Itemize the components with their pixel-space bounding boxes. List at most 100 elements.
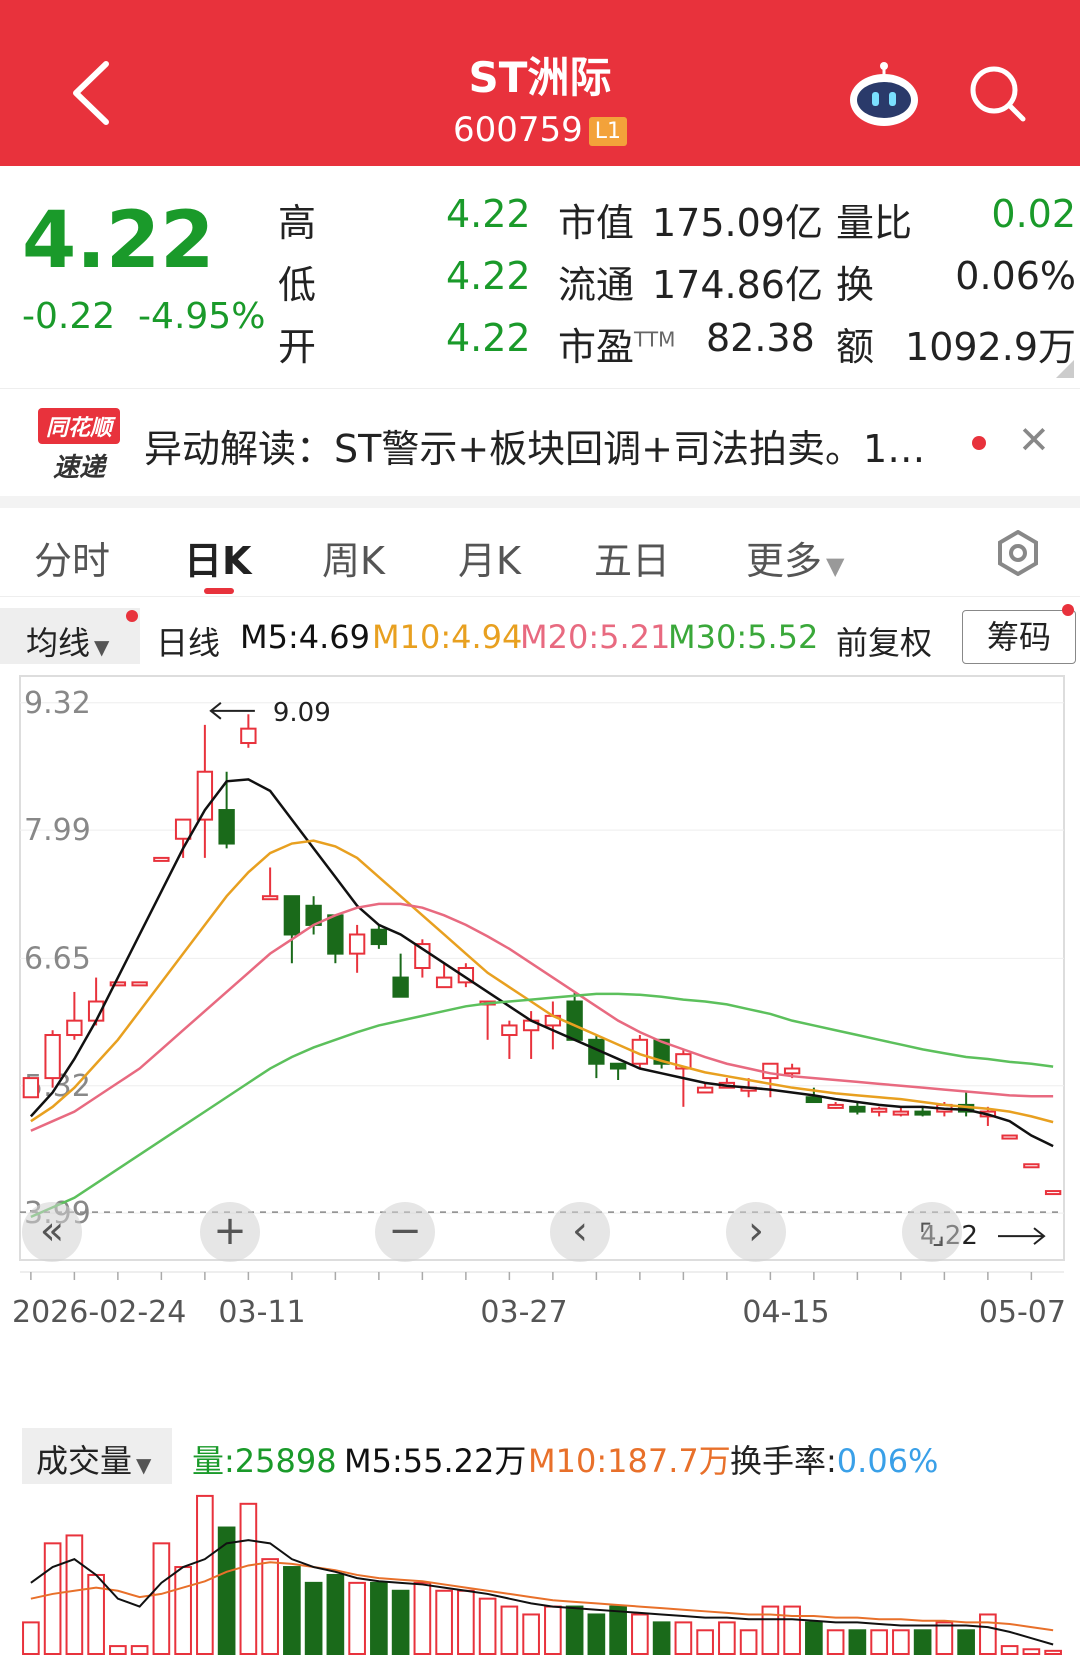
- x-tick-label: 04-15: [742, 1295, 829, 1330]
- tab-more[interactable]: 更多 ▼: [746, 530, 844, 585]
- svg-text:⌜⌟: ⌜⌟: [919, 1218, 945, 1251]
- volume-bar: [391, 1589, 410, 1655]
- candle-body: [849, 1105, 866, 1113]
- next-icon[interactable]: ›: [726, 1202, 786, 1262]
- volume-bar: [304, 1581, 323, 1655]
- svg-text:+: +: [213, 1208, 247, 1254]
- zoom-out-icon[interactable]: −: [375, 1202, 435, 1262]
- volume-bar: [283, 1566, 301, 1655]
- candle-body: [283, 895, 301, 936]
- y-tick-label: 9.32: [24, 686, 91, 721]
- candle-body: [914, 1110, 931, 1116]
- tab-monthly-k[interactable]: 月K: [458, 530, 521, 585]
- volume-bar: [957, 1629, 975, 1656]
- y-tick-label: 6.65: [24, 941, 91, 976]
- fullscreen-icon[interactable]: ⌜⌟: [902, 1202, 962, 1262]
- volume-bar: [587, 1613, 606, 1656]
- last-price: 4.22: [22, 196, 215, 286]
- volume-bar: [848, 1629, 867, 1656]
- candle-body: [1023, 1163, 1040, 1169]
- candle-body: [783, 1067, 801, 1075]
- robot-assistant-icon[interactable]: [848, 60, 920, 130]
- high-price-label: 9.09: [273, 698, 331, 728]
- volume-bar: [609, 1605, 627, 1655]
- candle-body: [240, 727, 257, 745]
- close-icon[interactable]: ✕: [1018, 418, 1050, 462]
- volume-bar: [739, 1629, 758, 1656]
- volume-bar: [783, 1605, 801, 1655]
- svg-text:›: ›: [748, 1208, 764, 1254]
- tab-five-day[interactable]: 五日: [594, 530, 670, 585]
- quote-l2-row1: 流通: [558, 263, 635, 307]
- volume-bar: [152, 1542, 171, 1655]
- quote-v2-row0: 175.09亿: [652, 201, 823, 245]
- volume-bar: [413, 1581, 432, 1655]
- zoom-in-icon[interactable]: +: [200, 1202, 260, 1262]
- volume-bar: [478, 1597, 497, 1655]
- volume-bar: [370, 1581, 388, 1655]
- svg-text:«: «: [40, 1208, 64, 1254]
- candle-body: [22, 1077, 40, 1099]
- logo-top-text: 同花顺: [46, 416, 116, 441]
- volume-bar: [196, 1494, 214, 1656]
- logo-bottom-text: 速递: [53, 453, 108, 482]
- adjust-mode[interactable]: 前复权: [836, 618, 932, 664]
- tab-daily-k[interactable]: 日K: [184, 530, 251, 585]
- ma5-value: M5:4.69: [240, 618, 370, 656]
- change-value: -0.22: [22, 296, 116, 337]
- candle-body: [66, 1019, 83, 1037]
- volume-bar: [913, 1629, 932, 1656]
- turnover-value: 0.06%: [836, 1442, 939, 1480]
- volume-bar: [1000, 1645, 1019, 1656]
- indicator-selector-text: 均线: [26, 624, 91, 662]
- expand-corner-icon[interactable]: [1056, 360, 1074, 378]
- candle-body: [762, 1062, 779, 1080]
- y-tick-label: 7.99: [24, 813, 91, 848]
- volume-bar: [239, 1502, 258, 1655]
- volume-selector-text: 成交量: [36, 1442, 133, 1480]
- chips-red-dot: [1062, 604, 1074, 616]
- active-tab-indicator: [204, 588, 234, 594]
- search-icon[interactable]: [968, 64, 1028, 124]
- candle-body: [892, 1110, 910, 1116]
- tab-intraday[interactable]: 分时: [34, 530, 110, 585]
- volume-bar: [109, 1645, 127, 1656]
- candle-body: [327, 914, 344, 955]
- candle-body: [348, 933, 366, 955]
- line-type-label: 日线: [156, 624, 221, 662]
- volume-bar: [631, 1613, 649, 1656]
- caret-down-icon: ▼: [826, 552, 845, 580]
- alert-text[interactable]: 异动解读：ST警示+板块回调+司法拍卖。1…: [144, 418, 925, 473]
- fast-back-icon[interactable]: «: [22, 1202, 82, 1262]
- quote-l1-row0: 高: [278, 201, 317, 245]
- volume-bar: [805, 1621, 823, 1655]
- candle-body: [609, 1062, 627, 1070]
- kline-chart[interactable]: 9.327.996.655.323.999.094.222026-02-2403…: [0, 670, 1080, 1410]
- tab-weekly-k[interactable]: 周K: [322, 530, 385, 585]
- caret-down-icon: ▼: [136, 1453, 152, 1477]
- candle-body: [501, 1024, 518, 1037]
- quote-v1-row0: 4.22: [446, 192, 531, 236]
- volume-bar: [261, 1558, 279, 1655]
- ma-line-m10: [30, 839, 1054, 1124]
- prev-icon[interactable]: ‹: [550, 1202, 610, 1262]
- candle-body: [131, 981, 148, 987]
- chips-button[interactable]: 筹码: [962, 610, 1076, 664]
- candle-body: [1001, 1134, 1018, 1140]
- period-tabs: [0, 508, 1080, 597]
- volume-bar: [935, 1621, 954, 1655]
- x-tick-label: 03-11: [218, 1295, 305, 1330]
- volume-bar: [565, 1605, 584, 1655]
- candle-body: [1044, 1190, 1062, 1196]
- chart-frame: [19, 675, 1065, 1261]
- quote-l1-row2: 开: [278, 325, 317, 369]
- candle-body: [261, 895, 279, 901]
- volume-value: 量:25898: [192, 1442, 337, 1480]
- x-tick-label: 03-27: [480, 1295, 567, 1330]
- quote-v3-row2: 1092.9万: [905, 325, 1076, 369]
- quote-l2-row0: 市值: [558, 201, 635, 245]
- change-percent: -4.95%: [138, 296, 266, 337]
- candle-body: [218, 809, 235, 845]
- volume-bar: [22, 1621, 40, 1655]
- settings-icon[interactable]: [995, 530, 1041, 576]
